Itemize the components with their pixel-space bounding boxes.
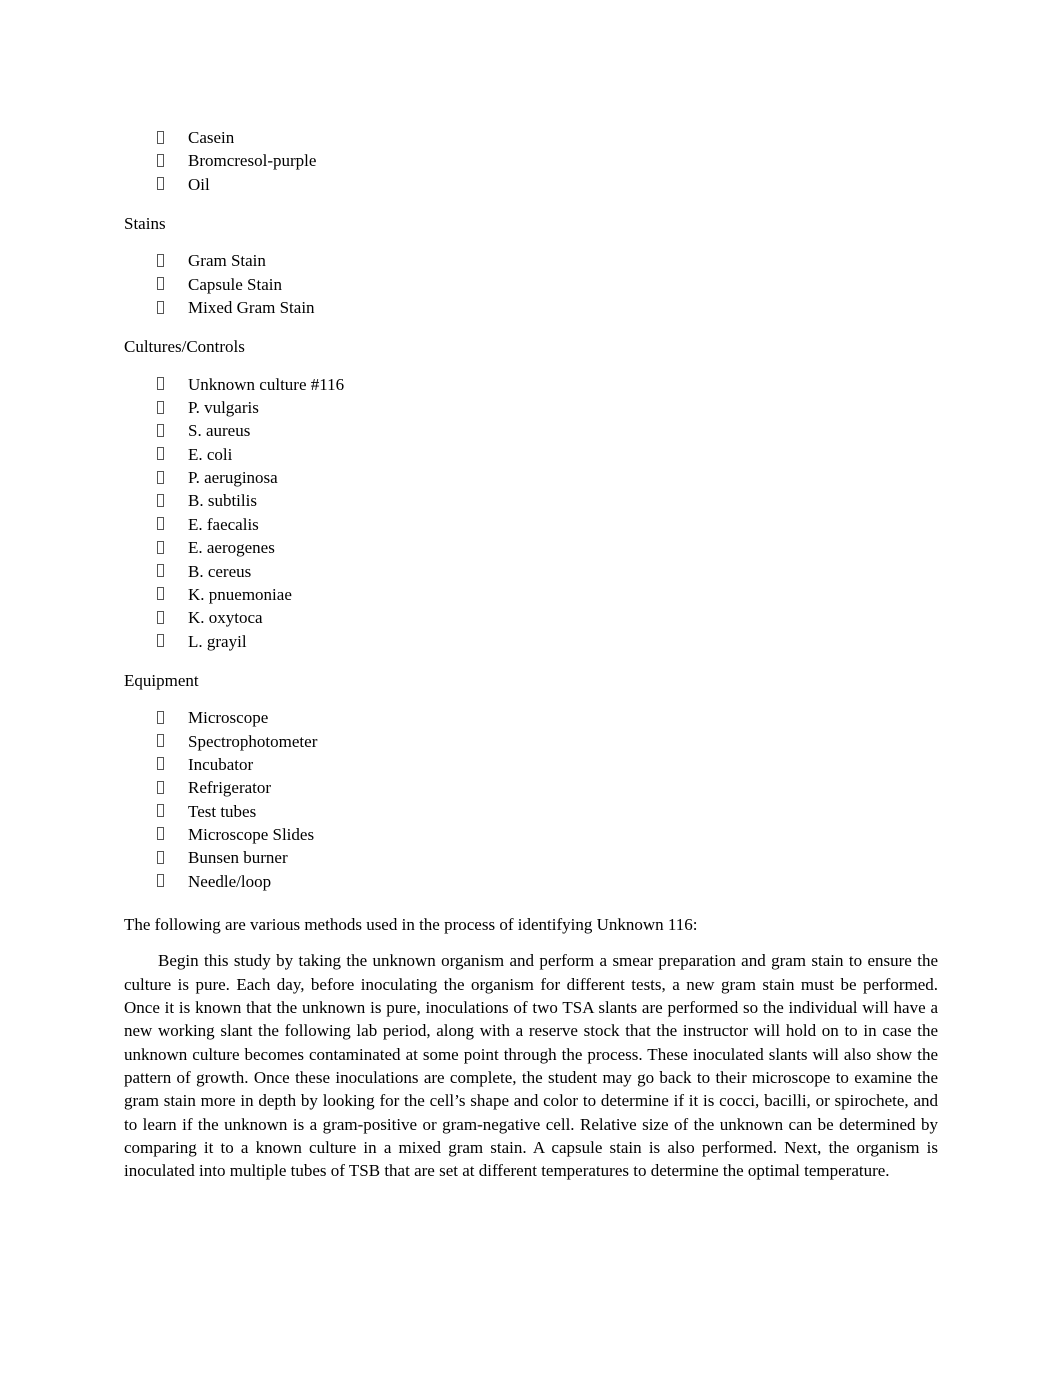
list-item-label: K. oxytoca [188,608,263,628]
missing-glyph-box-icon [157,470,164,484]
list-item-label: Refrigerator [188,778,272,798]
list-item-label: Incubator [188,754,254,774]
list-item-label: E. coli [188,444,233,464]
list-item: S. aureus [124,419,938,442]
list-item-label: Microscope Slides [188,824,315,844]
missing-glyph-box-icon [157,540,164,554]
list-item: P. vulgaris [124,396,938,419]
list-item: Casein [124,126,938,149]
document-page: Casein Bromcresol-purple Oil Stains Gram… [0,0,1062,1376]
cultures-controls-list: Unknown culture #116 P. vulgaris S. aure… [124,373,938,653]
list-item: K. oxytoca [124,606,938,629]
list-item: B. cereus [124,560,938,583]
list-item-label: Needle/loop [188,871,272,891]
list-item: B. subtilis [124,489,938,512]
list-item-label: P. vulgaris [188,398,259,418]
list-item: E. faecalis [124,513,938,536]
missing-glyph-box-icon [157,493,164,507]
list-item-label: Unknown culture #116 [188,374,345,394]
list-item-label: B. subtilis [188,491,257,511]
missing-glyph-box-icon [157,587,164,601]
list-item-label: Mixed Gram Stain [188,298,315,318]
list-item-label: L. grayil [188,631,247,651]
list-item-label: Bunsen burner [188,848,288,868]
list-item: L. grayil [124,630,938,653]
methods-body-paragraph: Begin this study by taking the unknown o… [124,951,938,1181]
missing-glyph-box-icon [157,757,164,771]
list-item: E. coli [124,443,938,466]
list-item: Refrigerator [124,776,938,799]
missing-glyph-box-icon [157,130,164,144]
missing-glyph-box-icon [157,423,164,437]
media-reagents-list: Casein Bromcresol-purple Oil [124,126,938,196]
document-content-column: Casein Bromcresol-purple Oil Stains Gram… [124,126,938,1183]
missing-glyph-box-icon [157,564,164,577]
list-item-label: Gram Stain [188,251,266,271]
missing-glyph-box-icon [157,634,164,648]
list-item: Microscope [124,706,938,729]
list-item: Needle/loop [124,870,938,893]
missing-glyph-box-icon [157,400,164,414]
missing-glyph-box-icon [157,517,164,531]
list-item: K. pnuemoniae [124,583,938,606]
missing-glyph-box-icon [157,710,164,724]
missing-glyph-box-icon [157,827,164,841]
list-item-label: E. aerogenes [188,538,275,558]
list-item: Gram Stain [124,249,938,272]
list-item-label: Oil [188,174,210,194]
list-item: Test tubes [124,800,938,823]
list-item: Bunsen burner [124,846,938,869]
list-item: Unknown culture #116 [124,373,938,396]
list-item-label: Test tubes [188,801,257,821]
list-item: Bromcresol-purple [124,149,938,172]
list-item: Spectrophotometer [124,730,938,753]
missing-glyph-box-icon [157,377,164,391]
list-item-label: E. faecalis [188,514,259,534]
list-item-label: K. pnuemoniae [188,584,292,604]
list-item: Capsule Stain [124,273,938,296]
list-item-label: B. cereus [188,561,252,581]
list-item-label: Capsule Stain [188,274,282,294]
stains-list: Gram Stain Capsule Stain Mixed Gram Stai… [124,249,938,319]
missing-glyph-box-icon [157,177,164,191]
missing-glyph-box-icon [157,153,164,167]
equipment-list: Microscope Spectrophotometer Incubator R… [124,706,938,893]
missing-glyph-box-icon [157,804,164,818]
heading-cultures-controls: Cultures/Controls [124,337,245,357]
list-item: Oil [124,173,938,196]
missing-glyph-box-icon [157,874,164,888]
list-item: Incubator [124,753,938,776]
list-item-label: S. aureus [188,421,251,441]
list-item-label: P. aeruginosa [188,468,278,488]
missing-glyph-box-icon [157,447,164,461]
list-item: E. aerogenes [124,536,938,559]
heading-equipment: Equipment [124,670,199,690]
list-item-label: Microscope [188,708,269,728]
list-item-label: Bromcresol-purple [188,151,317,171]
missing-glyph-box-icon [157,850,164,864]
missing-glyph-box-icon [157,780,164,794]
missing-glyph-box-icon [157,277,164,291]
list-item-label: Spectrophotometer [188,731,318,751]
list-item: Mixed Gram Stain [124,296,938,319]
methods-lead-line: The following are various methods used i… [124,914,698,934]
list-item-label: Casein [188,128,235,147]
missing-glyph-box-icon [157,253,164,267]
list-item: P. aeruginosa [124,466,938,489]
missing-glyph-box-icon [157,610,164,624]
list-item: Microscope Slides [124,823,938,846]
missing-glyph-box-icon [157,300,164,314]
missing-glyph-box-icon [157,734,164,748]
heading-stains: Stains [124,214,166,234]
